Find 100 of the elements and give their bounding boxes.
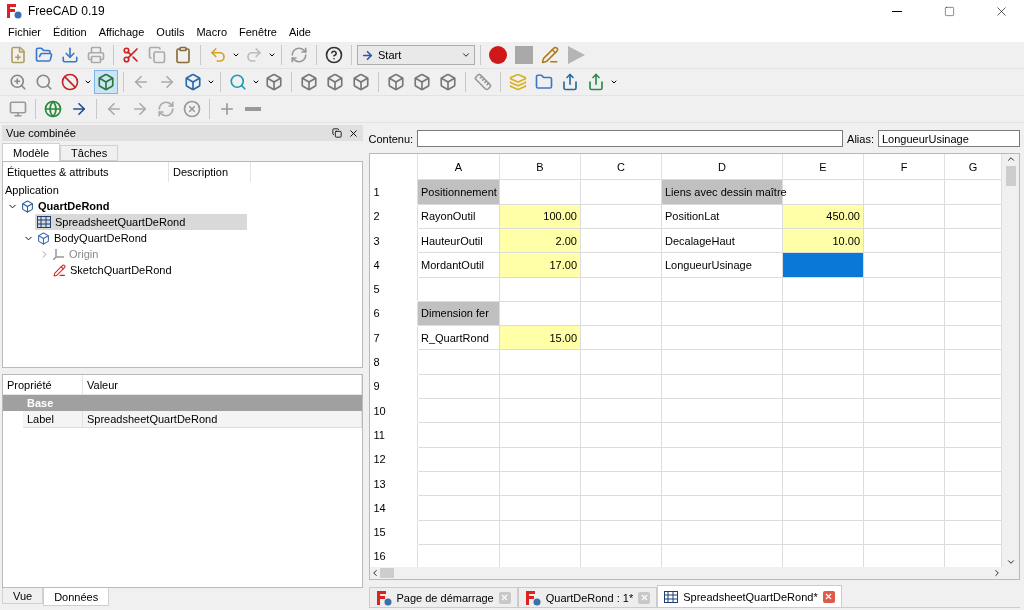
table-cell[interactable] [661,398,783,423]
column-header[interactable]: E [782,153,864,180]
scroll-down-icon[interactable] [1005,557,1016,567]
axes-icon [53,248,65,260]
workbench-dropdown[interactable]: Start [357,45,475,65]
table-cell[interactable] [661,374,783,399]
alias-field[interactable]: LongueurUsinage [878,130,1020,148]
right-arrow-icon [131,100,149,118]
tab-close-icon[interactable] [638,591,651,604]
column-header[interactable]: A [417,153,500,180]
redo-icon [245,46,263,64]
cube-button[interactable] [94,70,118,94]
caret-icon[interactable] [610,78,618,86]
table-cell[interactable] [417,277,500,302]
document-tab[interactable]: Page de démarrage [368,587,518,607]
column-header[interactable]: Propriété [3,375,83,394]
tree-item[interactable]: QuartDeRond [19,198,247,214]
scroll-thumb[interactable] [1005,165,1016,186]
close-icon [639,593,649,602]
record-macro-button[interactable] [486,43,510,67]
table-cell[interactable] [661,471,783,496]
table-cell[interactable] [661,349,783,375]
table-cell[interactable] [417,349,500,375]
menu-item[interactable]: Macro [190,24,233,40]
tab-close-icon[interactable] [498,591,511,604]
search-icon [229,73,247,91]
table-cell[interactable]: DecalageHaut [661,228,783,253]
content-field[interactable] [417,130,844,148]
caret-icon[interactable] [252,78,260,86]
tab-close-icon[interactable] [822,590,835,603]
menu-item[interactable]: Aide [282,24,317,40]
column-header[interactable]: C [580,153,662,180]
close-icon[interactable] [347,127,359,139]
tree-item[interactable]: SpreadsheetQuartDeRond [35,214,247,230]
table-cell[interactable]: LongueurUsinage [661,252,783,278]
table-cell[interactable]: Positionnement [417,179,500,205]
column-header[interactable]: F [863,153,945,180]
freecad-logo-icon [524,589,541,606]
table-cell[interactable]: MordantOutil [417,252,500,278]
table-cell[interactable]: HauteurOutil [417,228,500,253]
table-cell[interactable] [661,447,783,472]
column-header[interactable]: G [944,153,1002,180]
front-view-icon [300,73,318,91]
caret-icon[interactable] [207,78,215,86]
table-cell[interactable] [580,179,662,205]
table-cell[interactable] [661,277,783,302]
vertical-scrollbar[interactable] [1002,153,1019,567]
table-cell[interactable]: RayonOutil [417,204,500,229]
column-header[interactable]: B [499,153,581,180]
table-cell[interactable] [417,398,500,423]
column-header[interactable]: Valeur [83,375,362,394]
panel-tab[interactable]: Modèle [2,143,61,161]
table-cell[interactable] [944,179,1002,205]
table-cell[interactable] [661,544,783,567]
table-cell[interactable] [417,544,500,567]
table-cell[interactable] [417,422,500,448]
table-cell[interactable] [499,179,581,205]
menu-item[interactable]: Outils [150,24,191,40]
column-header[interactable]: D [661,153,783,180]
tree-item[interactable]: Origin [51,246,247,262]
table-cell[interactable] [661,325,783,350]
table-cell[interactable] [417,495,500,520]
stop-macro-button[interactable] [512,43,536,67]
menu-item[interactable]: Fichier [2,24,47,40]
menu-item[interactable]: Affichage [92,24,151,40]
float-icon[interactable] [331,128,342,138]
menu-item[interactable]: Fenêtre [233,24,283,40]
panel-tab[interactable]: Tâches [60,145,119,161]
property-value[interactable]: SpreadsheetQuartDeRond [83,411,362,427]
caret-icon[interactable] [84,78,92,86]
caret-icon [461,50,471,60]
table-cell[interactable] [417,374,500,399]
right-view-icon [352,73,370,91]
table-cell[interactable] [661,422,783,448]
panel-tab[interactable]: Vue [2,588,44,604]
document-tab[interactable]: QuartDeRond : 1* [517,587,658,607]
export-icon [587,73,605,91]
column-header[interactable]: Description [169,162,251,182]
document-tab[interactable]: SpreadsheetQuartDeRond* [657,585,842,607]
plus-icon [218,100,236,118]
scroll-thumb[interactable] [379,568,394,578]
tree-item[interactable]: BodyQuartDeRond [35,230,247,246]
scroll-right-icon[interactable] [992,568,1002,578]
table-cell[interactable] [417,520,500,545]
table-cell[interactable] [417,471,500,496]
table-cell[interactable]: Dimension fer [417,301,500,326]
horizontal-scrollbar[interactable] [369,567,1019,579]
table-cell[interactable] [417,447,500,472]
table-cell[interactable] [661,301,783,326]
table-cell[interactable] [863,179,945,205]
table-cell[interactable]: R_QuartRond [417,325,500,350]
table-cell[interactable]: PositionLat [661,204,783,229]
caret-icon[interactable] [232,51,240,59]
panel-tab[interactable]: Données [43,588,110,606]
table-cell[interactable] [661,495,783,520]
menu-item[interactable]: Édition [47,24,93,40]
caret-icon[interactable] [268,51,276,59]
table-cell[interactable] [661,520,783,545]
column-header[interactable]: Étiquettes & attributs [3,162,169,182]
tree-item[interactable]: SketchQuartDeRond [51,262,247,278]
